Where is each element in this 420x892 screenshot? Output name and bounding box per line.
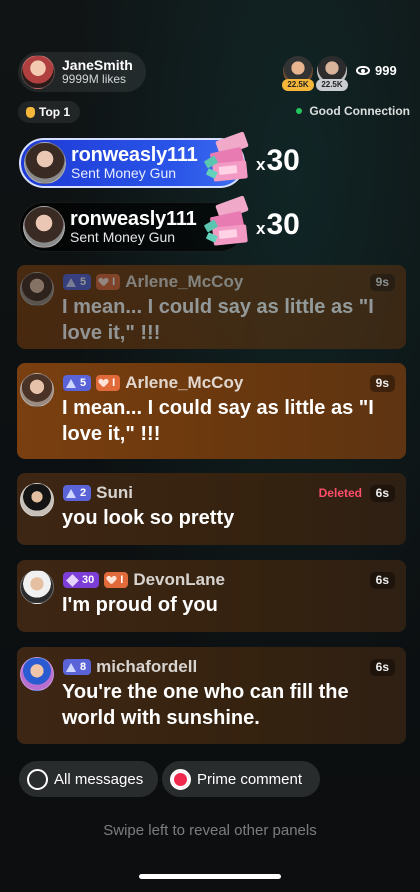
fan-badge: I	[104, 572, 129, 588]
money-gun-icon	[204, 196, 249, 246]
deleted-status: Deleted	[318, 486, 362, 500]
prime-comment-button[interactable]: Prime comment	[162, 761, 320, 797]
commenter-avatar[interactable]	[20, 570, 54, 604]
rank-badge[interactable]: Top 1	[18, 101, 80, 123]
commenter-avatar[interactable]	[20, 483, 54, 517]
viewer-badge: 22.5K	[316, 79, 348, 91]
commenter-name[interactable]: Arlene_McCoy	[125, 373, 243, 393]
comment-card[interactable]: 5 I Arlene_McCoy 9s I mean... I could sa…	[17, 363, 406, 459]
hand-icon	[26, 106, 35, 118]
comment-text: I'm proud of you	[62, 594, 218, 616]
level-icon	[66, 277, 76, 287]
diamond-badge: 30	[63, 572, 100, 588]
eye-icon	[356, 66, 370, 75]
home-indicator[interactable]	[139, 874, 281, 879]
level-icon	[66, 378, 76, 388]
commenter-name[interactable]: Arlene_McCoy	[125, 272, 243, 292]
commenter-avatar[interactable]	[20, 373, 54, 407]
comment-card[interactable]: 8 michafordell 6s You're the one who can…	[17, 647, 406, 744]
viewer-avatar[interactable]: 22.5K	[282, 56, 314, 91]
viewer-count-value: 999	[375, 63, 397, 78]
gift-combo: x 30	[256, 144, 300, 177]
comment-card[interactable]: 30 I DevonLane 6s I'm proud of you	[17, 560, 406, 632]
commenter-name[interactable]: DevonLane	[133, 570, 225, 590]
comment-text: I mean... I could say as little as "I lo…	[62, 296, 374, 344]
gifter-avatar[interactable]	[23, 206, 65, 248]
comment-time: 6s	[369, 485, 395, 502]
commenter-name[interactable]: michafordell	[96, 657, 197, 677]
gifter-name: ronweasly111	[70, 207, 197, 230]
viewer-count[interactable]: 999	[356, 63, 397, 78]
comment-text: you look so pretty	[62, 507, 235, 529]
comment-time: 9s	[369, 375, 395, 392]
gift-combo: x 30	[256, 208, 300, 241]
level-badge: 2	[63, 485, 92, 501]
fan-badge: I	[96, 274, 121, 290]
radio-selected-icon	[170, 768, 191, 790]
commenter-avatar[interactable]	[20, 657, 54, 691]
comment-card[interactable]: 5 I Arlene_McCoy 9s I mean... I could sa…	[17, 265, 406, 349]
host-likes: 9999M likes	[62, 72, 127, 87]
gift-banner[interactable]: ronweasly111 Sent Money Gun x 30	[19, 196, 319, 256]
gifter-name: ronweasly111	[71, 143, 198, 166]
comment-time: 9s	[369, 274, 395, 291]
money-gun-icon	[204, 132, 249, 182]
comment-time: 6s	[369, 659, 395, 676]
radio-unselected-icon	[27, 768, 48, 790]
heart-icon	[107, 576, 116, 584]
level-badge: 5	[63, 274, 92, 290]
viewer-badge: 22.5K	[282, 79, 314, 91]
host-name: JaneSmith	[62, 57, 133, 74]
all-messages-label: All messages	[54, 770, 144, 788]
gift-action: Sent Money Gun	[71, 165, 177, 182]
gifter-avatar[interactable]	[24, 142, 66, 184]
comment-time: 6s	[369, 572, 395, 589]
level-icon	[66, 488, 76, 498]
fan-badge: I	[96, 375, 121, 391]
level-badge: 5	[63, 375, 92, 391]
comment-card[interactable]: 2 Suni Deleted 6s you look so pretty	[17, 473, 406, 545]
rank-label: Top 1	[39, 105, 71, 119]
level-badge: 8	[63, 659, 92, 675]
level-icon	[66, 662, 76, 672]
connection-dot-icon	[296, 108, 303, 114]
heart-icon	[99, 278, 108, 286]
diamond-icon	[66, 573, 79, 587]
host-profile[interactable]: JaneSmith 9999M likes	[18, 52, 146, 92]
comment-text: You're the one who can fill the world wi…	[62, 681, 349, 729]
gift-banner[interactable]: ronweasly111 Sent Money Gun x 30	[19, 132, 319, 192]
heart-icon	[99, 379, 108, 387]
prime-comment-label: Prime comment	[197, 770, 303, 788]
connection-label: Good Connection	[309, 104, 410, 118]
gift-count: 30	[266, 144, 300, 177]
commenter-avatar[interactable]	[20, 272, 54, 306]
connection-status: Good Connection	[296, 104, 410, 118]
live-overlay: JaneSmith 9999M likes 22.5K 22.5K 999 To…	[0, 0, 420, 892]
gift-count: 30	[266, 208, 300, 241]
gift-action: Sent Money Gun	[70, 229, 176, 246]
swipe-hint: Swipe left to reveal other panels	[103, 822, 317, 839]
top-viewers[interactable]: 22.5K 22.5K	[282, 56, 351, 91]
commenter-name[interactable]: Suni	[96, 483, 133, 503]
all-messages-button[interactable]: All messages	[19, 761, 158, 797]
viewer-avatar[interactable]: 22.5K	[316, 56, 348, 91]
comment-text: I mean... I could say as little as "I lo…	[62, 397, 374, 445]
host-avatar[interactable]	[21, 55, 55, 89]
